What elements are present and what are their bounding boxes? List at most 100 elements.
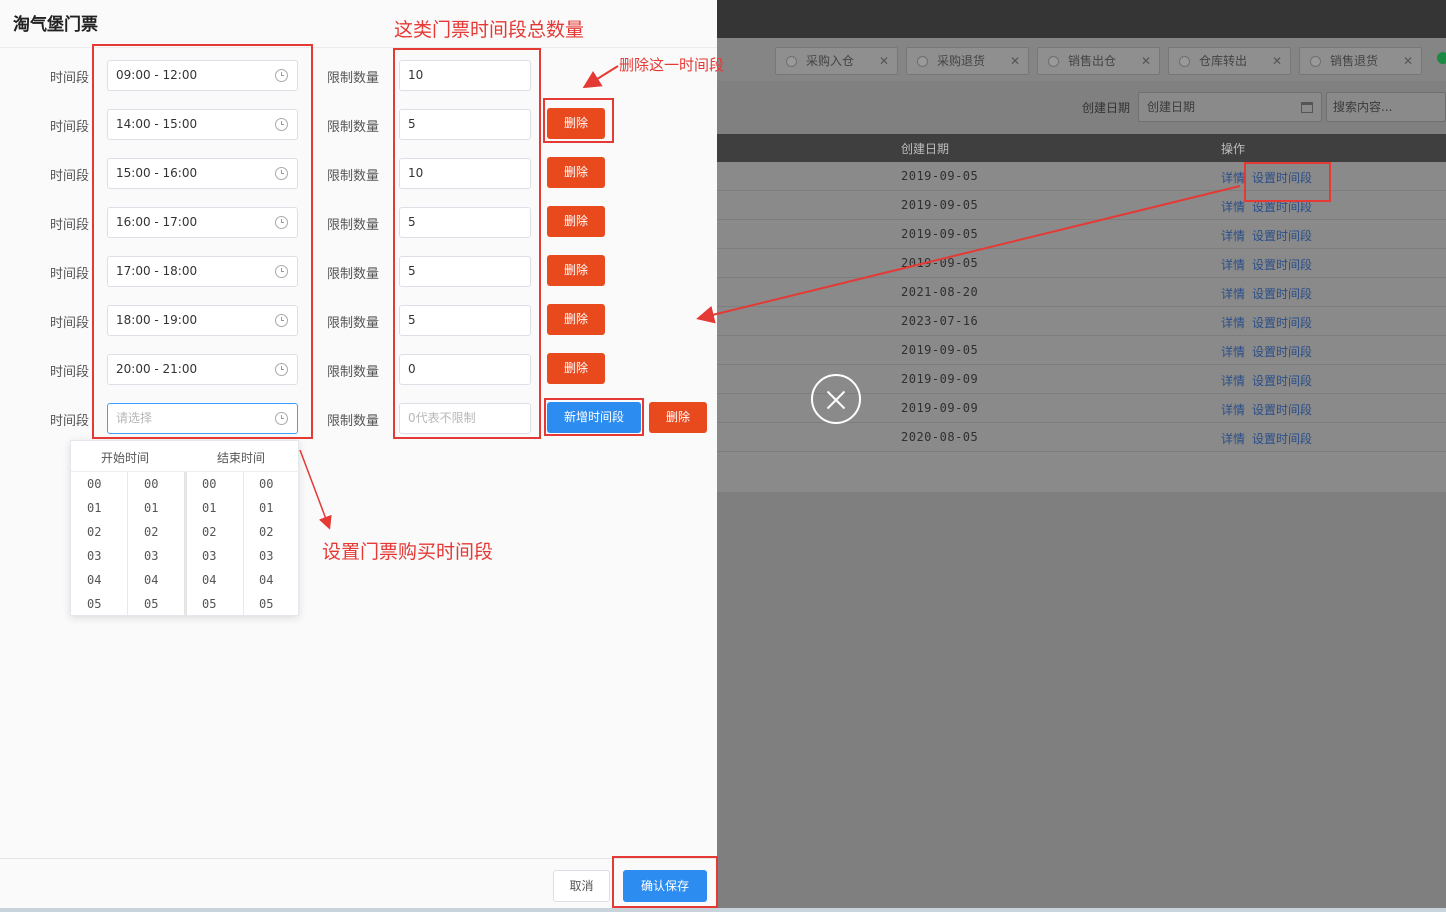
time-slot-label: 时间段 [50,267,90,282]
delete-row-button[interactable]: 删除 [547,157,605,188]
picker-option[interactable]: 03 [144,549,158,563]
picker-option[interactable]: 02 [259,525,273,539]
picker-option[interactable]: 05 [259,597,273,611]
picker-option[interactable]: 00 [144,477,158,491]
table-header: 创建日期 操作 [717,134,1446,162]
tab-close-icon[interactable]: ✕ [1010,48,1020,74]
picker-option[interactable]: 01 [259,501,273,515]
row-set-time-link[interactable]: 设置时间段 [1252,256,1312,273]
row-set-time-link[interactable]: 设置时间段 [1252,285,1312,302]
filter-date-label: 创建日期 [1082,101,1131,115]
delete-row-button[interactable]: 删除 [547,255,605,286]
table-row: 2021-08-20 详情 设置时间段 [717,278,1446,307]
picker-option[interactable]: 03 [202,549,216,563]
tab-dot-icon [786,56,797,67]
picker-option[interactable]: 02 [202,525,216,539]
row-date: 2019-09-05 [901,256,979,270]
row-set-time-link[interactable]: 设置时间段 [1252,343,1312,360]
row-detail-link[interactable]: 详情 [1221,169,1245,186]
limit-label: 限制数量 [327,120,380,135]
row-date: 2019-09-09 [901,401,979,415]
row-detail-link[interactable]: 详情 [1221,314,1245,331]
tab-dot-icon [1048,56,1059,67]
row-set-time-link[interactable]: 设置时间段 [1252,314,1312,331]
limit-label: 限制数量 [327,365,380,380]
picker-option[interactable]: 04 [87,573,101,587]
time-slot-label: 时间段 [50,365,90,380]
table-row: 2019-09-05 详情 设置时间段 [717,191,1446,220]
row-detail-link[interactable]: 详情 [1221,401,1245,418]
row-detail-link[interactable]: 详情 [1221,198,1245,215]
picker-option[interactable]: 00 [87,477,101,491]
tab-close-icon[interactable]: ✕ [1272,48,1282,74]
annotation-total-qty: 这类门票时间段总数量 [394,19,585,41]
limit-label: 限制数量 [327,71,380,86]
row-date: 2023-07-16 [901,314,979,328]
tab-close-icon[interactable]: ✕ [879,48,889,74]
time-slot-label: 时间段 [50,218,90,233]
cancel-button[interactable]: 取消 [553,870,610,902]
table-row: 2019-09-05 详情 设置时间段 [717,162,1446,191]
picker-option[interactable]: 05 [87,597,101,611]
search-placeholder: 搜索内容... [1333,100,1393,114]
picker-option[interactable]: 03 [259,549,273,563]
delete-row-button[interactable]: 删除 [547,353,605,384]
search-input[interactable]: 搜索内容... [1326,92,1446,122]
annotation-box-set-time [1244,162,1331,202]
tab-warehouse-transfer[interactable]: 仓库转出 ✕ [1168,47,1291,75]
row-set-time-link[interactable]: 设置时间段 [1252,372,1312,389]
tab-sales-return[interactable]: 销售退货 ✕ [1299,47,1422,75]
time-slot-label: 时间段 [50,169,90,184]
delete-row-button[interactable]: 删除 [547,304,605,335]
tab-purchase-return[interactable]: 采购退货 ✕ [906,47,1029,75]
close-drawer-icon[interactable] [811,374,861,424]
tab-dot-icon [1179,56,1190,67]
annotation-box-save [612,856,718,908]
picker-option[interactable]: 00 [202,477,216,491]
picker-option[interactable]: 01 [144,501,158,515]
row-detail-link[interactable]: 详情 [1221,227,1245,244]
row-set-time-link[interactable]: 设置时间段 [1252,430,1312,447]
picker-option[interactable]: 01 [202,501,216,515]
calendar-icon [1301,102,1313,113]
row-detail-link[interactable]: 详情 [1221,430,1245,447]
annotation-box-time-slots [92,44,313,439]
tab-dot-icon [917,56,928,67]
filter-date-input[interactable]: 创建日期 [1138,92,1322,122]
divider [0,858,717,859]
picker-option[interactable]: 02 [87,525,101,539]
tab-sales-out[interactable]: 销售出仓 ✕ [1037,47,1160,75]
annotation-box-add [544,398,644,436]
picker-option[interactable]: 01 [87,501,101,515]
picker-option[interactable]: 03 [87,549,101,563]
row-set-time-link[interactable]: 设置时间段 [1252,401,1312,418]
picker-option[interactable]: 05 [202,597,216,611]
picker-option[interactable]: 04 [144,573,158,587]
time-slot-label: 时间段 [50,414,90,429]
table-row: 2019-09-05 详情 设置时间段 [717,336,1446,365]
tab-label: 销售出仓 [1068,54,1117,68]
tab-purchase-in[interactable]: 采购入仓 ✕ [775,47,898,75]
filter-date-placeholder: 创建日期 [1147,100,1196,114]
divider [243,472,244,617]
delete-new-row-button[interactable]: 删除 [649,402,707,433]
row-date: 2019-09-09 [901,372,979,386]
picker-option[interactable]: 02 [144,525,158,539]
picker-option[interactable]: 04 [202,573,216,587]
row-detail-link[interactable]: 详情 [1221,285,1245,302]
row-detail-link[interactable]: 详情 [1221,256,1245,273]
table-body: 2019-09-05 详情 设置时间段 2019-09-05 详情 设置时间段 2019-0… [717,162,1446,492]
picker-option[interactable]: 05 [144,597,158,611]
tab-label: 仓库转出 [1199,54,1248,68]
row-set-time-link[interactable]: 设置时间段 [1252,227,1312,244]
delete-row-button[interactable]: 删除 [547,206,605,237]
row-date: 2019-09-05 [901,169,979,183]
status-dot-icon [1437,52,1446,64]
tab-close-icon[interactable]: ✕ [1141,48,1151,74]
row-detail-link[interactable]: 详情 [1221,372,1245,389]
picker-option[interactable]: 00 [259,477,273,491]
tab-close-icon[interactable]: ✕ [1403,48,1413,74]
row-detail-link[interactable]: 详情 [1221,343,1245,360]
picker-option[interactable]: 04 [259,573,273,587]
limit-label: 限制数量 [327,218,380,233]
